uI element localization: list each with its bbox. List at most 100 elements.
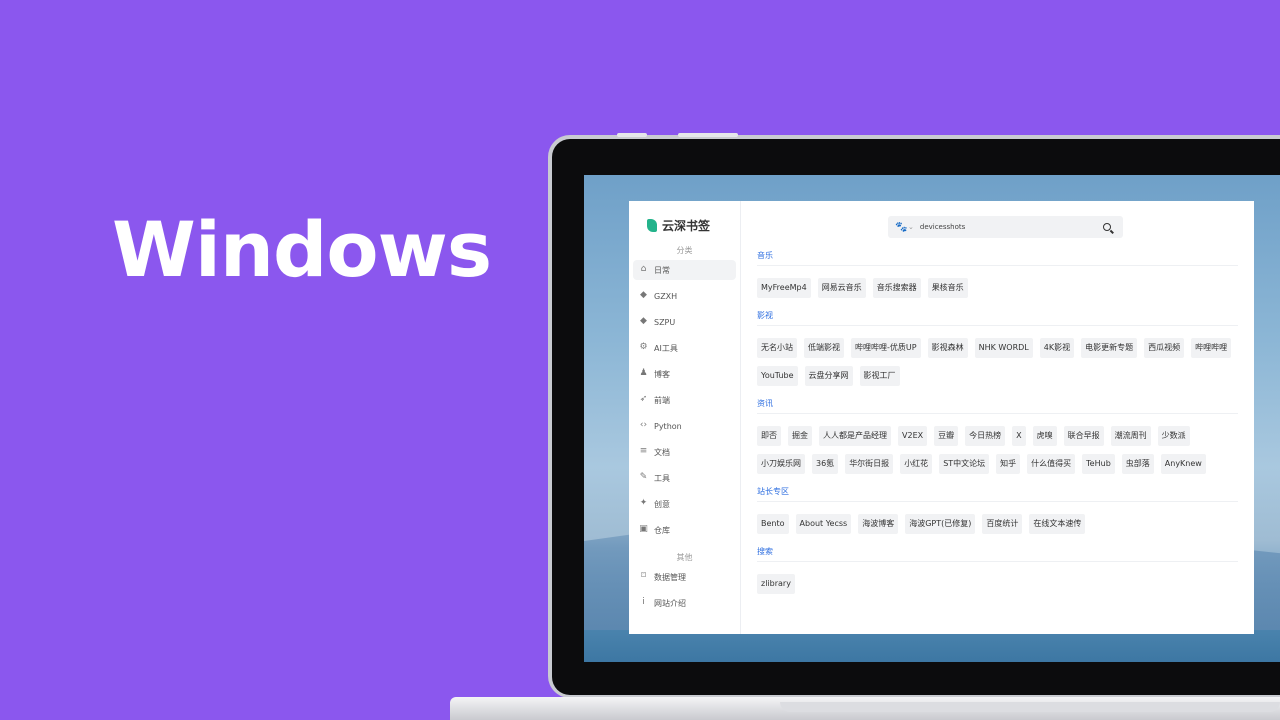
bookmark-link[interactable]: 4K影视 [1039, 338, 1075, 358]
search-input[interactable]: devicesshots [920, 223, 1103, 231]
bookmark-link[interactable]: 低端影视 [804, 338, 844, 358]
bookmark-link[interactable]: AnyKnew [1160, 454, 1206, 474]
bookmark-link[interactable]: 知乎 [996, 454, 1021, 474]
main-content: 🐾 ⌄ devicesshots 音乐 MyFreeMp4 网易云音乐 音乐搜索器 果核… [741, 201, 1254, 634]
bookmark-link[interactable]: 小刀娱乐网 [757, 454, 805, 474]
section-links: 无名小站 低端影视 哔哩哔哩-优质UP 影视森林 NHK WORDL 4K影视 电影更新专题… [757, 338, 1238, 386]
bookmark-link[interactable]: 影视森林 [927, 338, 968, 358]
gift-icon: ▣ [639, 523, 648, 534]
sidebar-item[interactable]: ◆ GZXH [633, 286, 736, 306]
graduation-cap-icon: ◆ [640, 289, 647, 300]
sidebar-item[interactable]: ➶ 前端 [633, 390, 736, 410]
sidebar-item[interactable]: ♟ 博客 [633, 364, 736, 384]
section-title: 站长专区 [757, 486, 1238, 502]
bookmark-link[interactable]: zlibrary [757, 574, 795, 594]
bookmark-link[interactable]: 什么值得买 [1027, 454, 1076, 474]
link-sections: 音乐 MyFreeMp4 网易云音乐 音乐搜索器 果核音乐影视无名小站 低端影视 哔哩哔哩-… [757, 250, 1238, 606]
search-bar[interactable]: 🐾 ⌄ devicesshots [888, 216, 1123, 238]
bookmark-link[interactable]: About Yecss [795, 514, 852, 534]
sidebar-item[interactable]: ⌂ 日常 [633, 260, 736, 280]
bookmark-link[interactable]: 哔哩哔哩-优质UP [851, 338, 921, 358]
sidebar-item[interactable]: ⌑ 数据管理 [633, 567, 736, 587]
search-icon[interactable] [1103, 223, 1111, 231]
bookmark-link[interactable]: 少数派 [1157, 426, 1190, 446]
baidu-paw-icon[interactable]: 🐾 [895, 222, 907, 233]
bookmark-link[interactable]: 掘金 [788, 426, 812, 446]
bookmark-link[interactable]: 在线文本速传 [1029, 514, 1086, 534]
brand[interactable]: 云深书签 [629, 201, 740, 233]
bookmark-link[interactable]: V2EX [898, 426, 928, 446]
bookmark-link[interactable]: 小红花 [900, 454, 933, 474]
bookmark-link[interactable]: 虎嗅 [1032, 426, 1057, 446]
bookmark-link[interactable]: 西瓜视频 [1144, 338, 1185, 358]
hero-title: Windows [112, 205, 492, 294]
bookmark-link[interactable]: 人人都是产品经理 [819, 426, 891, 446]
sidebar-group-category: 分类 [676, 246, 693, 255]
sidebar-item-label: 博客 [654, 369, 670, 379]
sidebar-item-label: GZXH [654, 291, 678, 301]
section-title: 音乐 [757, 250, 1238, 266]
sidebar-item[interactable]: i 网站介绍 [633, 593, 736, 613]
sidebar-item-label: 网站介绍 [654, 598, 686, 608]
sidebar-other-items: ⌑ 数据管理 i 网站介绍 [629, 567, 740, 613]
bookmark-link[interactable]: 哔哩哔哩 [1191, 338, 1232, 358]
sidebar-item[interactable]: ✦ 创意 [633, 494, 736, 514]
info-icon: i [642, 596, 645, 607]
sidebar-item[interactable]: ◆ SZPU [633, 312, 736, 332]
wrench-icon: ✎ [639, 471, 648, 482]
code-icon: ‹› [639, 419, 648, 430]
bookmark-link[interactable]: 海波博客 [858, 514, 899, 534]
laptop-screen: 云深书签 分类 ⌂ 日常 ◆ GZXH ◆ SZPU ⚙ AI工具 ♟ 博客 ➶ 前端 ‹› Python… [584, 175, 1280, 662]
sidebar-items: ⌂ 日常 ◆ GZXH ◆ SZPU ⚙ AI工具 ♟ 博客 ➶ 前端 ‹› Python ≡ 文档 ✎ 工具 ✦ 创… [629, 260, 740, 540]
bookmark-link[interactable]: 音乐搜索器 [872, 278, 921, 298]
wallpaper-water [584, 630, 1280, 662]
sidebar-item[interactable]: ✎ 工具 [633, 468, 736, 488]
chevron-down-icon[interactable]: ⌄ [908, 223, 914, 231]
bookmark-link[interactable]: X [1012, 426, 1026, 446]
bookmark-icon: ⌑ [641, 570, 646, 581]
bookmark-link[interactable]: 华尔街日报 [845, 454, 894, 474]
bookmark-link[interactable]: 联合早报 [1063, 426, 1104, 446]
sidebar-item-label: AI工具 [654, 343, 678, 353]
bookmark-link[interactable]: ST中文论坛 [939, 454, 990, 474]
brand-name: 云深书签 [662, 218, 711, 233]
bookmark-link[interactable]: 36氪 [812, 454, 839, 474]
bookmark-link[interactable]: 潮流周刊 [1110, 426, 1151, 446]
bookmark-link[interactable]: MyFreeMp4 [757, 278, 811, 298]
graduation-cap-icon: ◆ [640, 315, 647, 326]
bookmark-link[interactable]: YouTube [757, 366, 798, 386]
bookmark-link[interactable]: 无名小站 [757, 338, 797, 358]
sidebar-item[interactable]: ▣ 仓库 [633, 520, 736, 540]
bookmark-link[interactable]: 影视工厂 [859, 366, 900, 386]
bookmark-link[interactable]: 即否 [757, 426, 781, 446]
rocket-icon: ➶ [639, 393, 648, 404]
bookmark-link[interactable]: 豆瓣 [934, 426, 959, 446]
section-links: zlibrary [757, 574, 1238, 594]
bookmark-app-window: 云深书签 分类 ⌂ 日常 ◆ GZXH ◆ SZPU ⚙ AI工具 ♟ 博客 ➶ 前端 ‹› Python… [629, 201, 1254, 634]
sparkle-icon: ✦ [639, 497, 648, 508]
laptop-base-groove [780, 702, 1280, 712]
bookmark-link[interactable]: Bento [757, 514, 789, 534]
section-title: 影视 [757, 310, 1238, 326]
section-links: Bento About Yecss 海波博客 海波GPT(已修复) 百度统计 在线文本速传 [757, 514, 1238, 534]
bookmark-link[interactable]: 云盘分享网 [804, 366, 853, 386]
section-title: 资讯 [757, 398, 1238, 414]
bookmark-link[interactable]: 今日热榜 [965, 426, 1006, 446]
bookmark-link[interactable]: TeHub [1082, 454, 1115, 474]
sidebar-item[interactable]: ⚙ AI工具 [633, 338, 736, 358]
bookmark-link[interactable]: NHK WORDL [974, 338, 1033, 358]
bookmark-link[interactable]: 百度统计 [982, 514, 1023, 534]
sidebar-item-label: Python [654, 421, 682, 431]
bookmark-link[interactable]: 海波GPT(已修复) [905, 514, 976, 534]
bookmark-link[interactable]: 电影更新专题 [1081, 338, 1138, 358]
users-icon: ♟ [639, 367, 648, 378]
sidebar-group-other: 其他 [676, 553, 693, 562]
sidebar-item-label: 文档 [654, 447, 670, 457]
bookmark-link[interactable]: 虫部落 [1121, 454, 1154, 474]
sidebar-item-label: 前端 [654, 395, 670, 405]
bookmark-link[interactable]: 果核音乐 [927, 278, 968, 298]
sidebar-item[interactable]: ≡ 文档 [633, 442, 736, 462]
lid-hinge-left [617, 133, 647, 137]
sidebar-item[interactable]: ‹› Python [633, 416, 736, 436]
bookmark-link[interactable]: 网易云音乐 [817, 278, 866, 298]
